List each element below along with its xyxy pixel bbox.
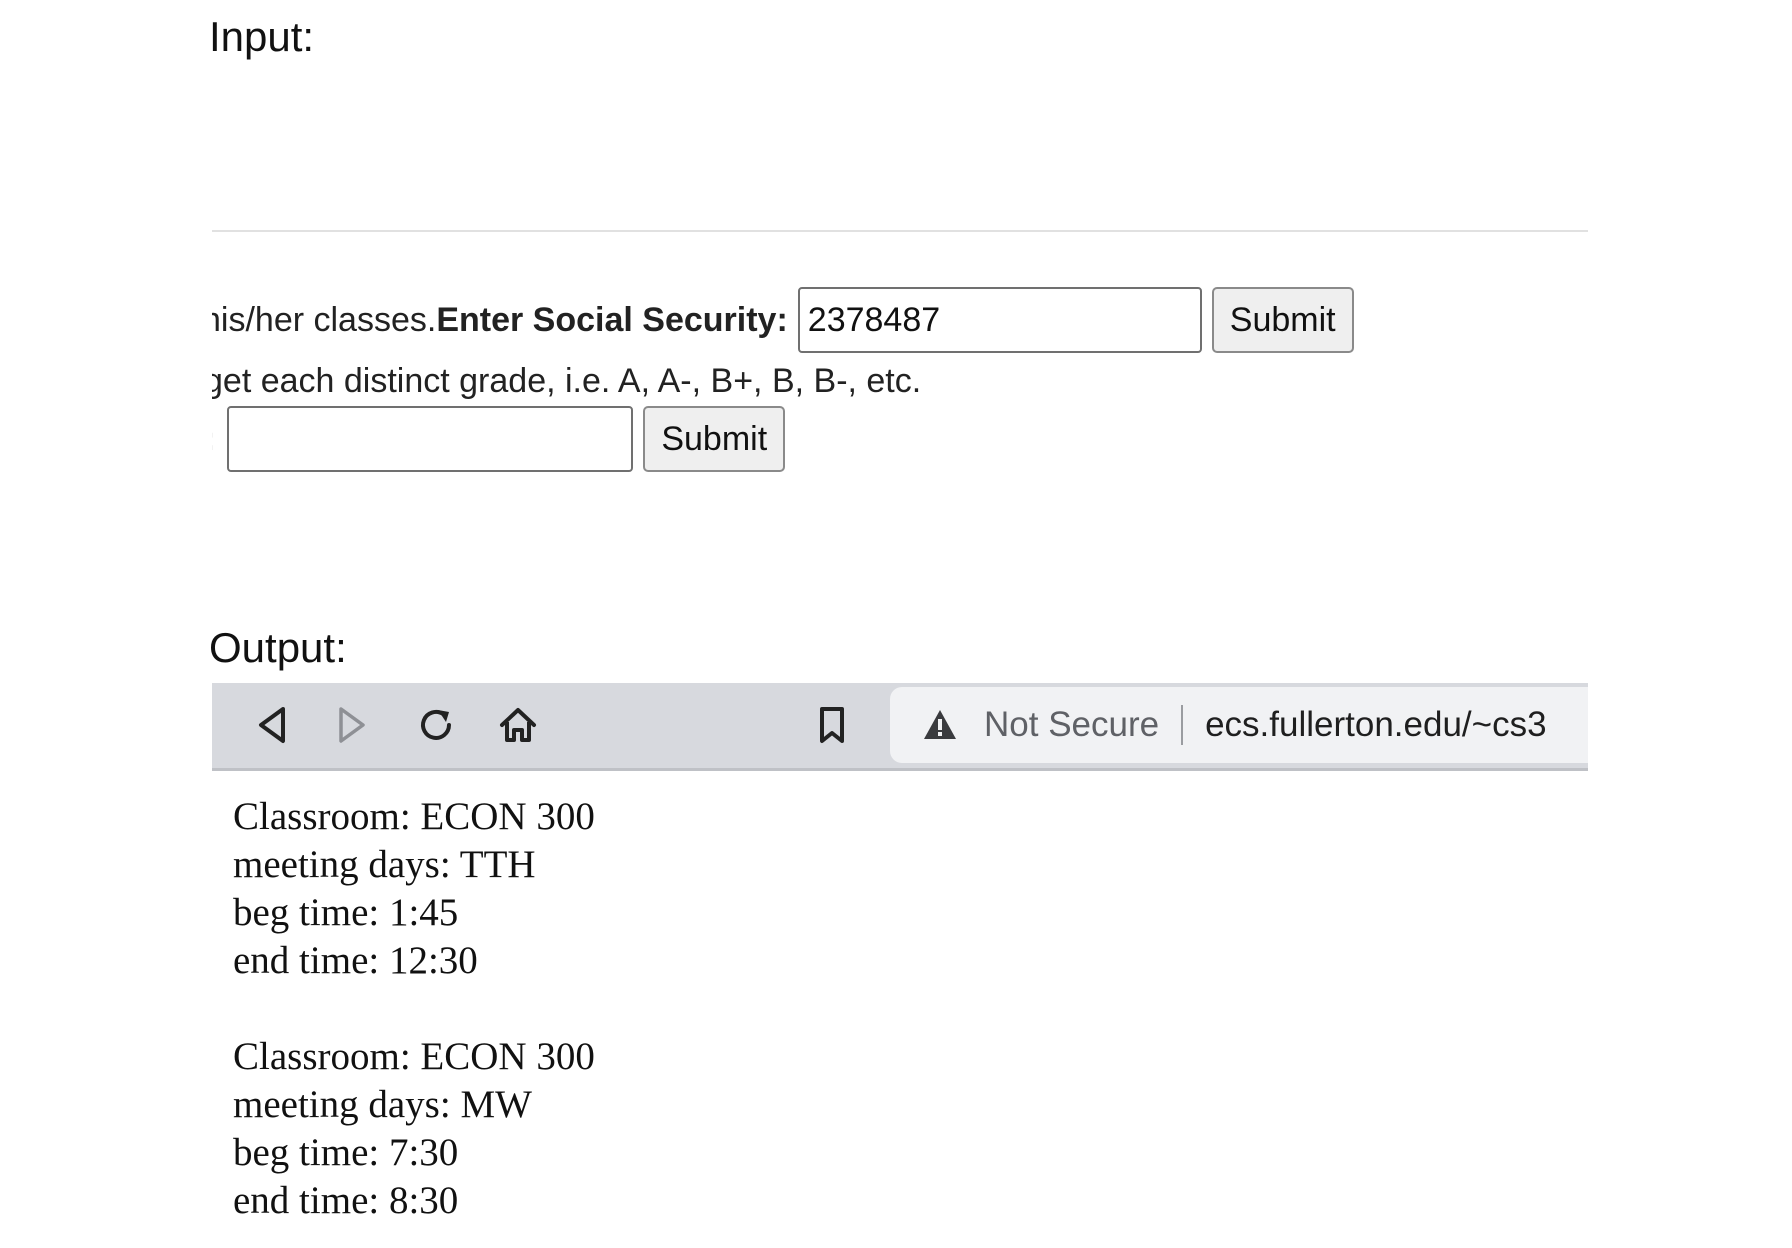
ssn-form-row: nis/her classes. Enter Social Security: …	[212, 286, 1354, 354]
end-time-line: end time: 8:30	[233, 1179, 459, 1222]
browser-toolbar: Not Secure ecs.fullerton.edu/~cs3	[212, 683, 1588, 771]
end-time-line: end time: 12:30	[233, 939, 478, 982]
grade-form-row: : Submit	[212, 405, 786, 473]
reload-icon[interactable]	[412, 701, 460, 749]
address-separator	[1181, 705, 1184, 745]
grade-description-row: get each distinct grade, i.e. A, A-, B+,…	[212, 356, 921, 406]
address-bar[interactable]: Not Secure ecs.fullerton.edu/~cs3	[890, 687, 1588, 763]
divider	[212, 230, 1588, 232]
back-icon[interactable]	[248, 701, 296, 749]
meeting-days-line: meeting days: MW	[233, 1083, 532, 1126]
ssn-label: Enter Social Security:	[436, 300, 788, 339]
input-panel: nis/her classes. Enter Social Security: …	[212, 80, 1588, 480]
beg-time-line: beg time: 1:45	[233, 891, 459, 934]
not-secure-label: Not Secure	[984, 705, 1160, 744]
grade-submit-button[interactable]: Submit	[643, 406, 786, 472]
grade-input[interactable]	[227, 406, 634, 472]
url-text[interactable]: ecs.fullerton.edu/~cs3	[1205, 705, 1546, 745]
ssn-submit-button[interactable]: Submit	[1211, 287, 1354, 353]
input-heading: Input:	[209, 13, 315, 60]
forward-icon[interactable]	[328, 701, 376, 749]
grade-label: :	[212, 420, 215, 459]
grade-description-text: get each distinct grade, i.e. A, A-, B+,…	[212, 361, 922, 400]
page-content: Classroom: ECON 300 meeting days: TTH be…	[233, 793, 595, 1248]
output-heading: Output:	[209, 624, 347, 671]
ssn-prefix-text: nis/her classes.	[212, 300, 437, 339]
classroom-line: Classroom: ECON 300	[233, 1035, 595, 1078]
home-icon[interactable]	[494, 701, 542, 749]
bookmark-icon[interactable]	[808, 701, 856, 749]
class-record: Classroom: ECON 300 meeting days: TTH be…	[233, 793, 595, 985]
browser-window: Not Secure ecs.fullerton.edu/~cs3 Classr…	[212, 683, 1588, 1248]
meeting-days-line: meeting days: TTH	[233, 843, 536, 886]
class-record: Classroom: ECON 300 meeting days: MW beg…	[233, 1033, 595, 1225]
beg-time-line: beg time: 7:30	[233, 1131, 459, 1174]
ssn-input[interactable]	[797, 287, 1202, 353]
classroom-line: Classroom: ECON 300	[233, 795, 595, 838]
warning-icon	[920, 705, 960, 745]
